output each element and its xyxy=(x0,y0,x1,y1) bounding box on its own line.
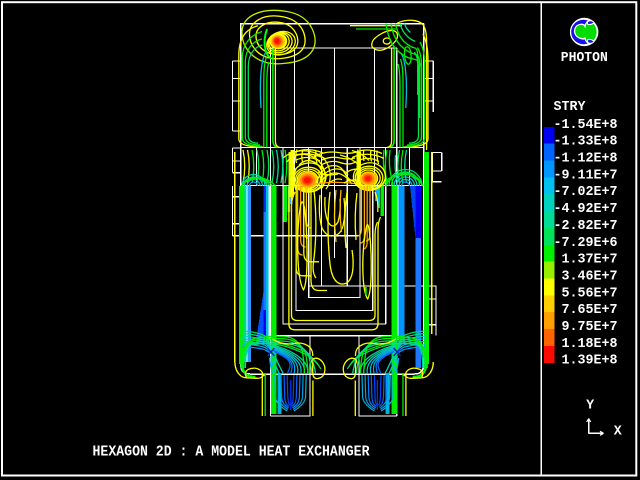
svg-text:-2.82E+7: -2.82E+7 xyxy=(554,218,618,234)
svg-text:-7.29E+6: -7.29E+6 xyxy=(554,235,618,251)
svg-text:-1.33E+8: -1.33E+8 xyxy=(554,134,618,150)
svg-text:-1.54E+8: -1.54E+8 xyxy=(554,117,618,133)
svg-text:-7.02E+7: -7.02E+7 xyxy=(554,184,618,200)
svg-text:1.39E+8: 1.39E+8 xyxy=(554,353,618,369)
svg-text:5.56E+7: 5.56E+7 xyxy=(554,285,618,301)
svg-text:3.46E+7: 3.46E+7 xyxy=(554,268,618,284)
svg-text:STRY: STRY xyxy=(554,99,587,115)
svg-text:PHOTON: PHOTON xyxy=(561,50,608,66)
svg-text:HEXAGON 2D : A MODEL HEAT EXCH: HEXAGON 2D : A MODEL HEAT EXCHANGER xyxy=(93,444,370,460)
svg-text:1.37E+7: 1.37E+7 xyxy=(554,252,618,268)
svg-text:9.75E+7: 9.75E+7 xyxy=(554,319,618,335)
svg-text:7.65E+7: 7.65E+7 xyxy=(554,302,618,318)
svg-text:X: X xyxy=(614,424,623,440)
svg-text:1.18E+8: 1.18E+8 xyxy=(554,336,618,352)
svg-text:Y: Y xyxy=(586,398,595,414)
svg-text:-4.92E+7: -4.92E+7 xyxy=(554,201,618,217)
svg-text:-1.12E+8: -1.12E+8 xyxy=(554,151,618,167)
svg-text:-9.11E+7: -9.11E+7 xyxy=(554,167,618,183)
